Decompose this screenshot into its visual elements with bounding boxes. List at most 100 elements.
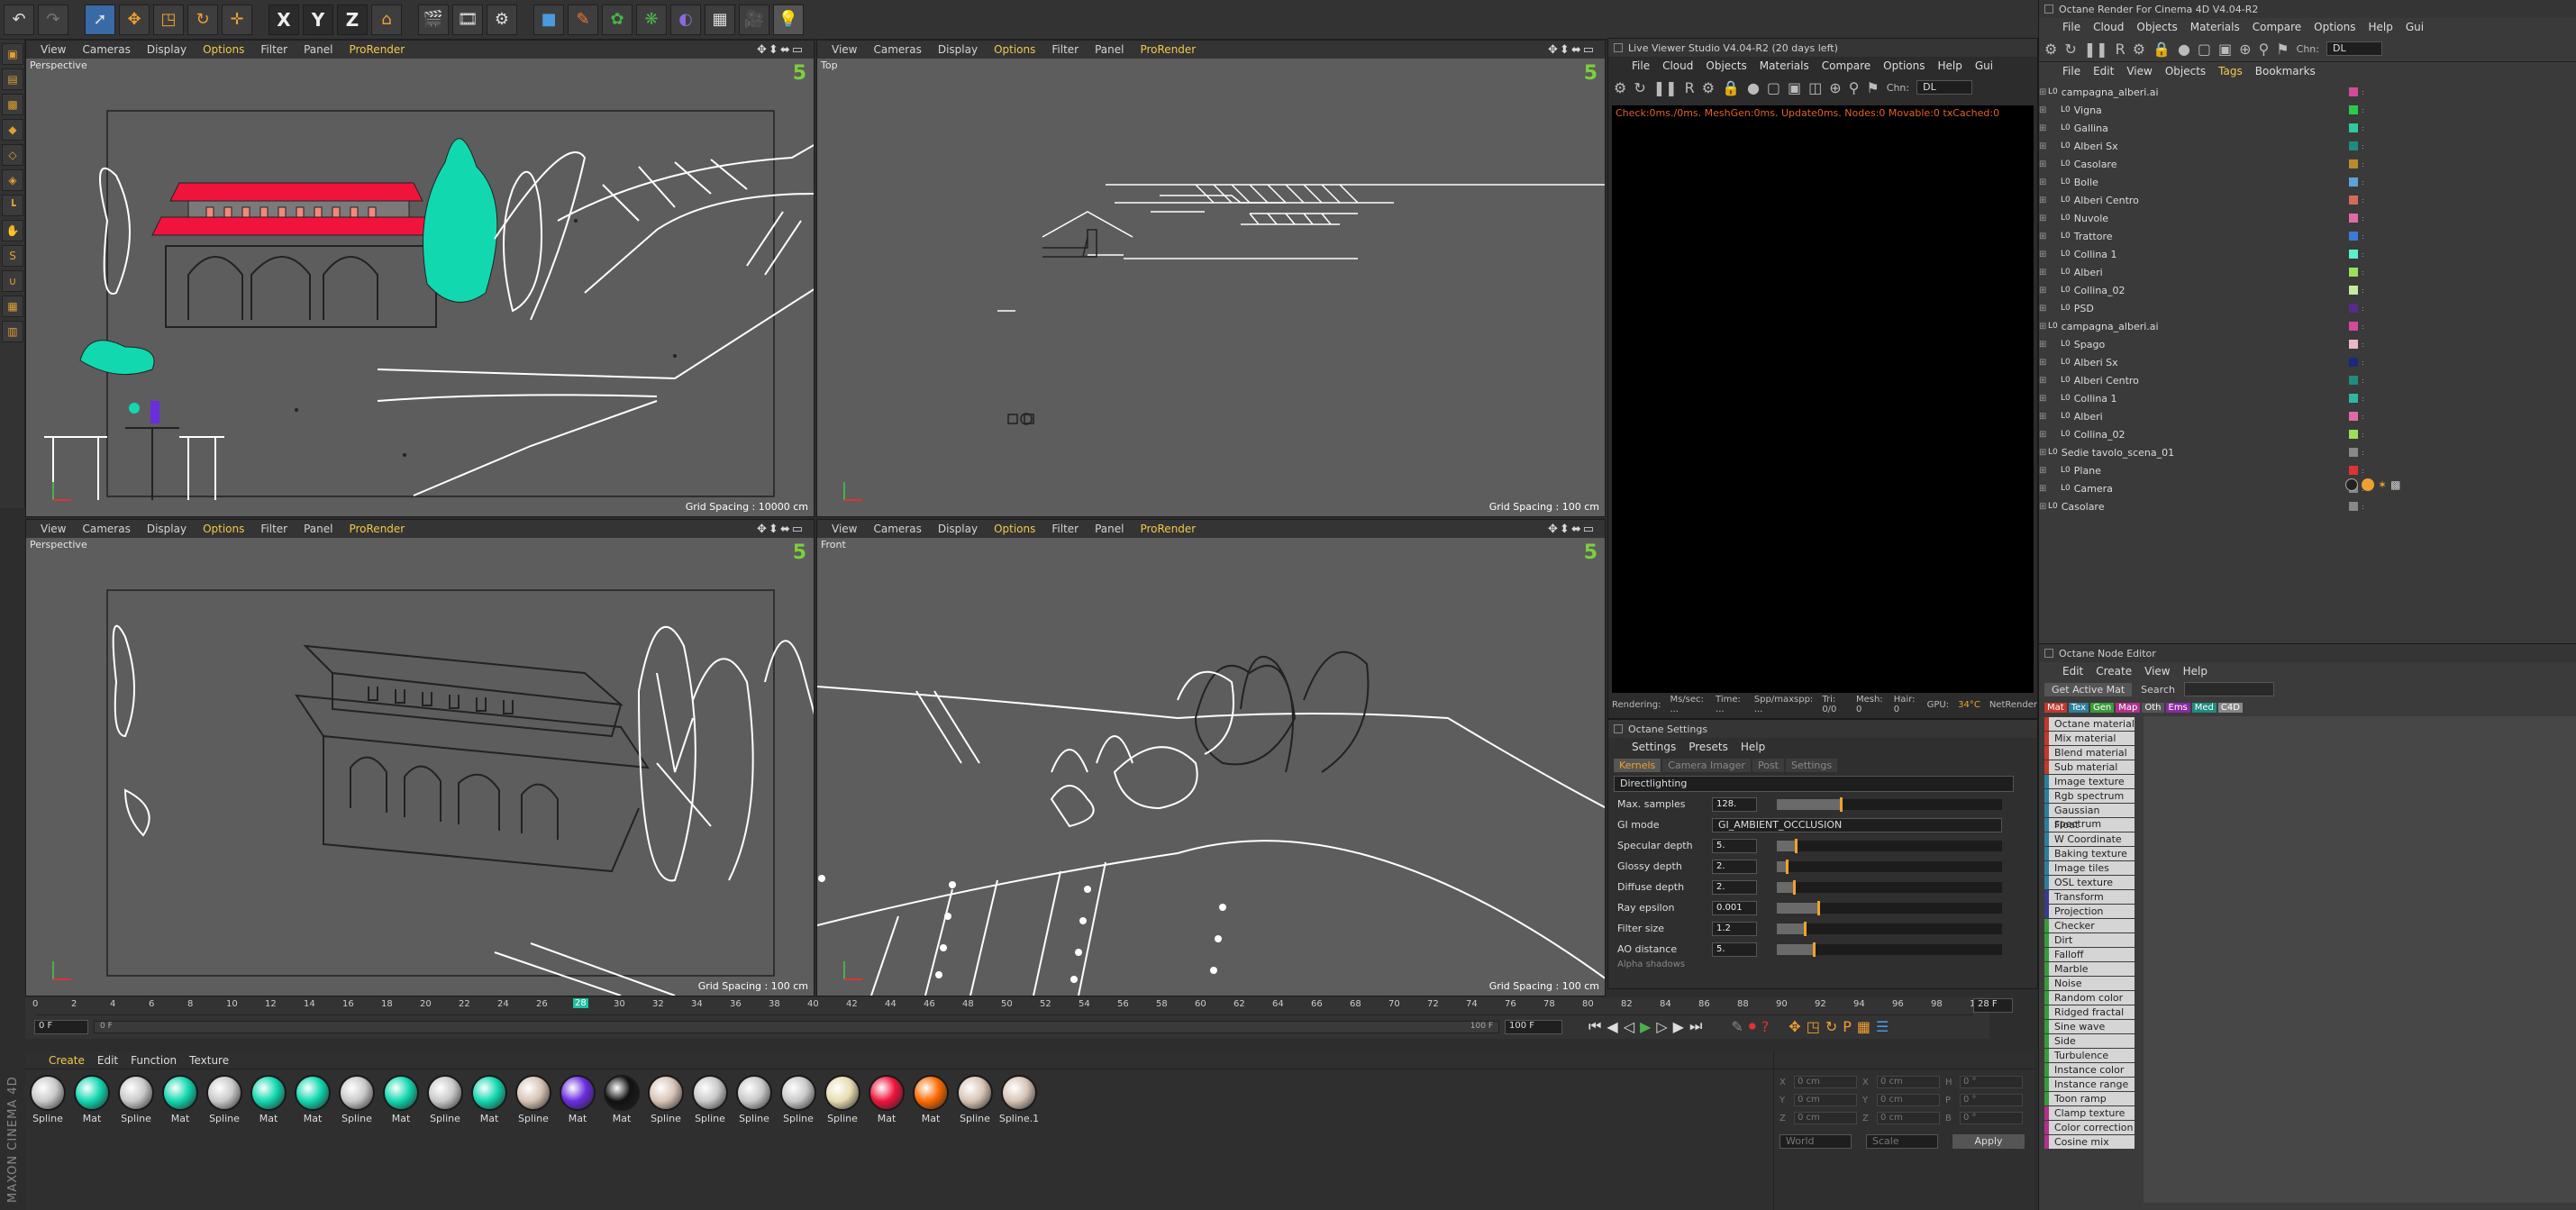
expand-icon[interactable]: ⊞ xyxy=(2039,448,2048,458)
node-palette-item[interactable]: Projection xyxy=(2044,905,2135,918)
cube-icon[interactable]: ■ xyxy=(533,4,564,35)
auto-key-icon[interactable]: ⏺ xyxy=(1749,1017,1756,1035)
layer-color-swatch[interactable] xyxy=(2349,376,2358,385)
play-icon[interactable]: ▶ xyxy=(1640,1018,1651,1035)
node-filter-tab[interactable]: Gen xyxy=(2090,702,2115,713)
object-row[interactable]: ⊞ L0 Alberi Sx: xyxy=(2039,137,2576,155)
layer-color-swatch[interactable] xyxy=(2349,87,2358,96)
key-scale-icon[interactable]: ◳ xyxy=(1807,1018,1820,1035)
transform-tool-icon[interactable]: ✛ xyxy=(222,4,252,35)
panel-grip-icon[interactable] xyxy=(2044,649,2053,658)
send-scene-icon[interactable]: ⚙ xyxy=(1614,79,1626,96)
object-name[interactable]: Collina 1 xyxy=(2074,393,2117,405)
coord-value-field[interactable]: 0 cm xyxy=(1794,1112,1857,1124)
pen-spline-icon[interactable]: ✎ xyxy=(568,4,598,35)
menu-cameras[interactable]: Cameras xyxy=(873,43,921,56)
coords-apply-button[interactable]: Apply xyxy=(1952,1134,2025,1149)
reset-icon[interactable]: R xyxy=(2116,41,2125,58)
panel-grip-icon[interactable] xyxy=(1614,724,1623,733)
range-slider[interactable]: 0 F 100 F xyxy=(94,1021,1499,1033)
setting-slider[interactable] xyxy=(1777,921,2002,936)
om-menu-view[interactable]: View xyxy=(2126,65,2152,77)
object-name[interactable]: Bolle xyxy=(2074,177,2098,188)
layer-color-swatch[interactable] xyxy=(2349,502,2358,511)
alpha-shadows-label[interactable]: Alpha shadows xyxy=(1608,960,2037,969)
object-name[interactable]: Camera xyxy=(2074,483,2113,495)
slider-handle[interactable] xyxy=(1813,942,1816,957)
menu-cameras[interactable]: Cameras xyxy=(873,523,921,535)
object-row[interactable]: ⊞ L0 Alberi Centro: xyxy=(2039,191,2576,209)
viewport-nav-icons[interactable]: ✥⬍⬌▭ xyxy=(1548,523,1596,536)
redo-icon[interactable]: ↷ xyxy=(38,4,68,35)
visibility-dots[interactable]: : xyxy=(2362,124,2364,132)
axis-z-button[interactable]: Z xyxy=(337,4,368,35)
visibility-dots[interactable]: : xyxy=(2362,106,2364,114)
layer-color-swatch[interactable] xyxy=(2349,159,2358,168)
coord-value-field[interactable]: 0 ° xyxy=(1960,1076,2023,1088)
menu-prorender[interactable]: ProRender xyxy=(1140,43,1196,56)
texture-mode-icon[interactable]: ▤ xyxy=(2,68,23,90)
visibility-dots[interactable]: : xyxy=(2362,214,2364,223)
layer-color-swatch[interactable] xyxy=(2349,123,2358,132)
object-name[interactable]: Alberi Sx xyxy=(2074,357,2118,368)
object-name[interactable]: Sedie tavolo_scena_01 xyxy=(2062,447,2174,459)
workplane-icon[interactable]: ▦ xyxy=(2,296,23,317)
node-palette-item[interactable]: Side xyxy=(2044,1034,2135,1048)
visibility-dots[interactable]: : xyxy=(2362,160,2364,168)
object-name[interactable]: Alberi xyxy=(2074,411,2103,423)
setting-slider[interactable] xyxy=(1777,879,2002,895)
checker-tag-icon[interactable]: ▩ xyxy=(2390,478,2400,491)
object-row[interactable]: ⊞L0Camera: xyxy=(2039,479,2576,497)
viewport-top[interactable]: View Cameras Display Options Filter Pane… xyxy=(816,40,1606,517)
region-icon[interactable]: ▢ xyxy=(1767,79,1780,96)
or-menu-cloud[interactable]: Cloud xyxy=(2093,21,2124,33)
visibility-dots[interactable]: : xyxy=(2362,142,2364,150)
node-filter-tab[interactable]: Oth xyxy=(2142,702,2164,713)
expand-icon[interactable]: ⊞ xyxy=(2039,358,2061,368)
node-palette-item[interactable]: Color correction xyxy=(2044,1121,2135,1134)
expand-icon[interactable]: ⊞ xyxy=(2039,214,2061,223)
visibility-dots[interactable]: : xyxy=(2362,232,2364,241)
channel-select[interactable]: DL xyxy=(2326,41,2382,56)
expand-icon[interactable]: ⊞ xyxy=(2039,466,2061,476)
object-name[interactable]: Trattore xyxy=(2074,231,2113,242)
visibility-dots[interactable]: : xyxy=(2362,395,2364,403)
material-item[interactable]: Spline xyxy=(336,1075,378,1124)
node-palette-item[interactable]: Instance color xyxy=(2044,1063,2135,1077)
object-name[interactable]: Spago xyxy=(2074,339,2105,350)
mat-menu-edit[interactable]: Edit xyxy=(97,1054,118,1067)
render-pv-icon[interactable]: 🎞 xyxy=(452,4,483,35)
compare-icon[interactable]: ▣ xyxy=(1788,79,1801,96)
object-row[interactable]: ⊞ L0 Casolare: xyxy=(2039,497,2576,515)
points-mode-icon[interactable]: ◆ xyxy=(2,119,23,141)
node-palette-item[interactable]: Rgb spectrum xyxy=(2044,789,2135,803)
menu-display[interactable]: Display xyxy=(938,43,978,56)
pause-render-icon[interactable]: ❚❚ xyxy=(1653,79,1678,96)
menu-panel[interactable]: Panel xyxy=(1095,523,1124,535)
or-menu-materials[interactable]: Materials xyxy=(2190,21,2240,33)
expand-icon[interactable]: ⊞ xyxy=(2039,105,2061,115)
visibility-dots[interactable]: : xyxy=(2362,268,2364,277)
goto-end-icon[interactable]: ⏭ xyxy=(1689,1017,1702,1035)
material-item[interactable]: Mat xyxy=(469,1075,510,1124)
layer-color-swatch[interactable] xyxy=(2349,466,2358,475)
coord-value-field[interactable]: 0 ° xyxy=(1960,1094,2023,1106)
menu-prorender[interactable]: ProRender xyxy=(349,43,405,56)
viewport-nav-icons[interactable]: ✥⬍⬌▭ xyxy=(1548,43,1596,57)
setting-value-field[interactable]: 128. xyxy=(1712,796,1757,812)
visibility-dots[interactable]: : xyxy=(2362,287,2364,295)
object-row[interactable]: ⊞ L0 PSD: xyxy=(2039,299,2576,317)
visibility-dots[interactable]: : xyxy=(2362,431,2364,439)
start-frame-field[interactable]: 0 F xyxy=(34,1020,88,1034)
material-item[interactable]: Mat xyxy=(292,1075,333,1124)
layer-color-swatch[interactable] xyxy=(2349,412,2358,421)
expand-icon[interactable]: ⊞ xyxy=(2039,376,2061,386)
material-item[interactable]: Spline xyxy=(778,1075,819,1124)
object-name[interactable]: Nuvole xyxy=(2074,213,2108,224)
layer-color-swatch[interactable] xyxy=(2349,430,2358,439)
node-palette-item[interactable]: Blend material xyxy=(2044,746,2135,760)
viewport-nav-icons[interactable]: ✥⬍⬌▭ xyxy=(757,523,805,536)
material-item[interactable]: Spline xyxy=(822,1075,863,1124)
restart-render-icon[interactable]: ↻ xyxy=(2064,41,2076,58)
clay-icon[interactable]: ◫ xyxy=(1808,79,1822,96)
